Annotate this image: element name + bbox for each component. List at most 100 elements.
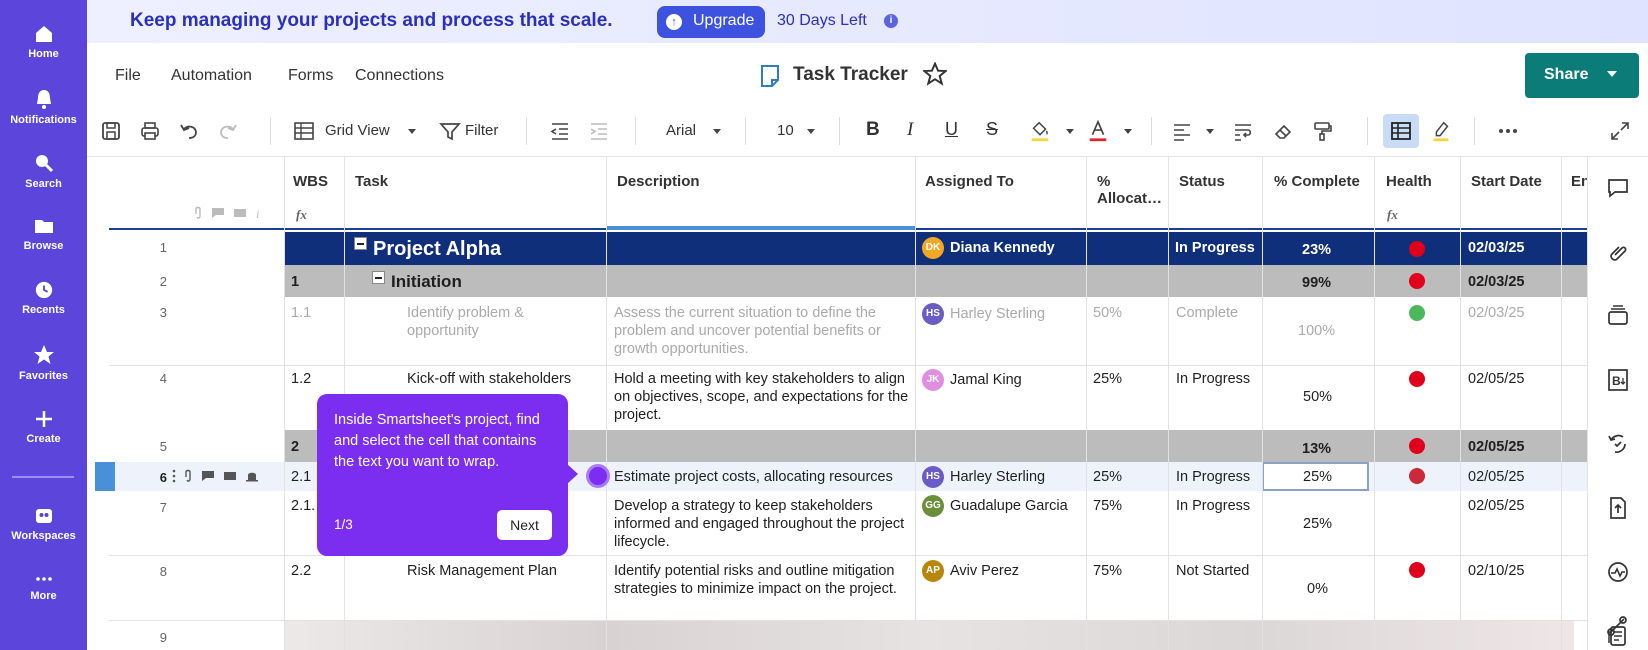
allocation-cell[interactable]: 25% [1093, 370, 1122, 388]
format-painter-icon[interactable] [1311, 119, 1333, 143]
assigned-cell[interactable]: Guadalupe Garcia [950, 497, 1068, 515]
nav-create[interactable]: Create [0, 409, 87, 445]
attachment-icon[interactable] [1606, 240, 1630, 264]
upgrade-button[interactable]: ↑ Upgrade [657, 6, 765, 38]
header-allocation[interactable]: % Allocat… [1097, 173, 1167, 207]
start-date-cell[interactable]: 02/05/25 [1468, 370, 1524, 388]
chevron-down-icon[interactable] [807, 129, 815, 134]
chevron-down-icon[interactable] [713, 129, 721, 134]
summary-icon[interactable] [1606, 560, 1630, 584]
assigned-cell[interactable]: Diana Kennedy [950, 239, 1055, 257]
description-cell[interactable]: Develop a strategy to keep stakeholders … [614, 497, 909, 551]
status-cell[interactable]: Complete [1176, 304, 1238, 322]
more-options-icon[interactable] [1497, 119, 1519, 143]
wbs-cell[interactable]: 2.2 [291, 562, 311, 580]
description-cell[interactable]: Assess the current situation to define t… [614, 304, 909, 358]
wbs-cell[interactable]: 1 [291, 273, 299, 291]
undo-icon[interactable] [178, 119, 200, 143]
italic-icon[interactable]: I [907, 119, 913, 141]
assigned-cell[interactable]: Harley Sterling [950, 305, 1045, 323]
wbs-cell[interactable]: 1.2 [291, 370, 311, 388]
row-action-icons[interactable] [171, 468, 277, 484]
header-task[interactable]: Task [355, 173, 388, 190]
strikethrough-icon[interactable]: S [986, 119, 998, 140]
save-icon[interactable] [100, 119, 122, 143]
task-cell[interactable]: Kick-off with stakeholders [407, 370, 571, 388]
wrap-text-icon[interactable] [1232, 119, 1254, 143]
connector-icon[interactable] [1605, 614, 1629, 638]
start-date-cell[interactable]: 02/03/25 [1468, 304, 1524, 322]
menu-connections[interactable]: Connections [355, 67, 444, 85]
expand-icon[interactable] [1609, 119, 1631, 143]
allocation-cell[interactable]: 25% [1093, 468, 1122, 486]
header-assigned-to[interactable]: Assigned To [925, 173, 1014, 190]
nav-workspaces[interactable]: Workspaces [0, 506, 87, 542]
description-cell[interactable]: Identify potential risks and outline mit… [614, 562, 909, 598]
font-family-select[interactable]: Arial [666, 122, 696, 139]
start-date-cell[interactable]: 02/03/25 [1468, 273, 1524, 291]
nav-browse[interactable]: Browse [0, 216, 87, 252]
wbs-cell[interactable]: 2.1 [291, 468, 311, 486]
publish-icon[interactable] [1606, 496, 1630, 520]
assigned-cell[interactable]: Aviv Perez [950, 562, 1019, 580]
table-row-2[interactable] [284, 265, 1587, 297]
allocation-cell[interactable]: 50% [1093, 304, 1122, 322]
description-cell[interactable]: Estimate project costs, allocating resou… [614, 468, 909, 486]
share-button[interactable]: Share [1525, 53, 1639, 98]
header-wbs[interactable]: WBS [293, 173, 328, 190]
complete-cell[interactable]: 23% [1302, 241, 1331, 259]
chevron-down-icon[interactable] [1607, 71, 1617, 77]
status-cell[interactable]: In Progress [1176, 370, 1250, 388]
text-color-icon[interactable] [1087, 119, 1109, 143]
complete-cell[interactable]: 13% [1302, 440, 1331, 458]
collapse-icon[interactable] [354, 237, 367, 250]
status-cell[interactable]: Not Started [1176, 562, 1249, 580]
menu-file[interactable]: File [115, 67, 141, 85]
menu-forms[interactable]: Forms [288, 67, 333, 85]
status-cell[interactable]: In Progress [1176, 468, 1250, 486]
indent-icon[interactable] [588, 119, 610, 143]
font-size-select[interactable]: 10 [777, 122, 794, 139]
start-date-cell[interactable]: 02/10/25 [1468, 562, 1524, 580]
grid-view-icon[interactable] [293, 119, 315, 143]
menu-automation[interactable]: Automation [171, 67, 252, 85]
header-end-date[interactable]: En [1571, 173, 1587, 190]
complete-cell[interactable]: 99% [1302, 274, 1331, 292]
header-status[interactable]: Status [1179, 173, 1225, 190]
eraser-icon[interactable] [1272, 119, 1294, 143]
grid-lines-toggle[interactable] [1383, 114, 1419, 148]
start-date-cell[interactable]: 02/03/25 [1468, 239, 1524, 257]
start-date-cell[interactable]: 02/05/25 [1468, 497, 1524, 515]
grid-view-label[interactable]: Grid View [325, 122, 390, 139]
collapse-icon[interactable] [372, 271, 385, 284]
status-cell[interactable]: In Progress [1175, 239, 1260, 257]
complete-cell[interactable]: 25% [1303, 468, 1332, 486]
redo-icon[interactable] [217, 119, 239, 143]
task-cell[interactable]: Initiation [391, 271, 462, 292]
allocation-cell[interactable]: 75% [1093, 497, 1122, 515]
task-cell[interactable]: Risk Management Plan [407, 562, 557, 580]
comments-icon[interactable] [1606, 176, 1630, 200]
outdent-icon[interactable] [549, 119, 571, 143]
align-left-icon[interactable] [1171, 119, 1193, 143]
sheet-title[interactable]: Task Tracker [793, 64, 908, 86]
chevron-down-icon[interactable] [1124, 129, 1132, 134]
description-cell[interactable]: Hold a meeting with key stakeholders to … [614, 370, 909, 424]
proofs-icon[interactable] [1606, 304, 1630, 328]
assigned-cell[interactable]: Jamal King [950, 371, 1022, 389]
activity-log-icon[interactable] [1606, 432, 1630, 456]
print-icon[interactable] [139, 119, 161, 143]
header-start-date[interactable]: Start Date [1471, 173, 1542, 190]
task-cell[interactable]: Project Alpha [373, 237, 501, 261]
assigned-cell[interactable]: Harley Sterling [950, 468, 1045, 486]
tooltip-hotspot[interactable] [586, 464, 610, 488]
task-cell[interactable]: Identify problem & opportunity [407, 304, 582, 340]
info-icon[interactable]: i [884, 14, 898, 28]
complete-cell[interactable]: 50% [1303, 388, 1332, 406]
chevron-down-icon[interactable] [1066, 129, 1074, 134]
wbs-cell[interactable]: 1.1 [291, 304, 311, 322]
bold-icon[interactable]: B [866, 119, 880, 141]
header-complete[interactable]: % Complete [1274, 173, 1360, 190]
filter-label[interactable]: Filter [465, 122, 498, 139]
fill-color-icon[interactable] [1029, 119, 1051, 143]
